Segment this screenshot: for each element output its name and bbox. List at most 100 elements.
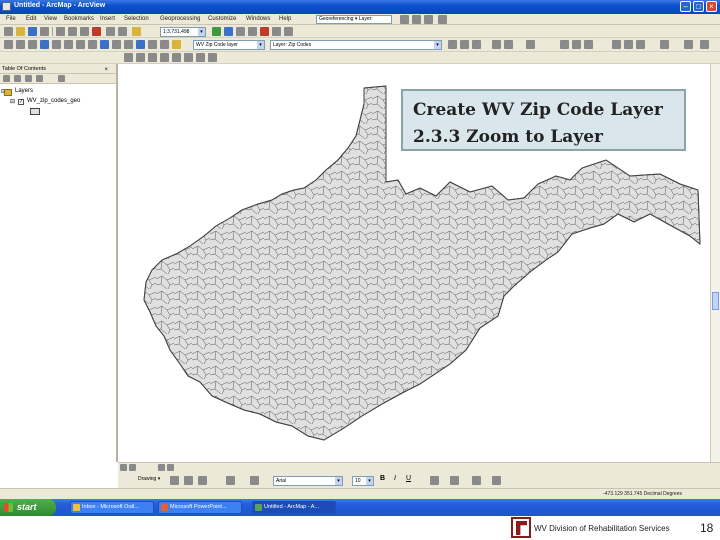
menu-view[interactable]: View (44, 16, 57, 22)
back-extent-icon[interactable] (76, 40, 85, 49)
rectangle-tool-icon[interactable] (624, 40, 633, 49)
list-by-source-icon[interactable] (14, 75, 21, 82)
zoom-100-icon[interactable] (172, 53, 181, 62)
layer-visibility-checkbox[interactable]: ✓ (18, 99, 24, 105)
forward-extent-icon[interactable] (88, 40, 97, 49)
hyperlink-icon[interactable] (172, 40, 181, 49)
line-tool-icon[interactable] (560, 40, 569, 49)
previous-extent-icon[interactable] (184, 53, 193, 62)
model-builder-icon[interactable] (284, 27, 293, 36)
data-view-icon[interactable] (120, 464, 127, 471)
copy-icon[interactable] (68, 27, 77, 36)
options-icon[interactable] (58, 75, 65, 82)
arctoolbox-icon[interactable] (260, 27, 269, 36)
catalog-icon[interactable] (236, 27, 245, 36)
pause-drawing-icon[interactable] (167, 464, 174, 471)
rectangle-icon[interactable] (198, 476, 207, 485)
rotate-icon[interactable] (504, 40, 513, 49)
chevron-down-icon[interactable]: ▾ (366, 477, 373, 485)
measure-icon[interactable] (160, 40, 169, 49)
menu-geoprocessing[interactable]: Geoprocessing (160, 16, 200, 22)
undo-icon[interactable] (106, 27, 115, 36)
identify-icon[interactable] (136, 40, 145, 49)
toc-root-layers[interactable]: Layers (15, 88, 33, 94)
zoom-out-icon[interactable] (16, 40, 25, 49)
arc-tool-icon[interactable] (572, 40, 581, 49)
chevron-down-icon[interactable]: ▾ (434, 41, 441, 49)
font-name-combo[interactable]: Arial ▾ (273, 476, 343, 486)
select-features-icon[interactable] (100, 40, 109, 49)
attributes-icon[interactable] (526, 40, 535, 49)
toggle-draft-icon[interactable] (208, 53, 217, 62)
maximize-button[interactable]: □ (693, 1, 704, 12)
pan-icon[interactable] (28, 40, 37, 49)
georef-link-icon[interactable] (438, 15, 447, 24)
python-icon[interactable] (272, 27, 281, 36)
map-scale-combo[interactable]: 1:3,731,498 ▾ (160, 27, 206, 37)
drawing-menu[interactable]: Drawing ▾ (138, 476, 160, 482)
delete-icon[interactable] (92, 27, 101, 36)
bold-button[interactable]: B (380, 475, 385, 482)
map-vertical-scrollbar[interactable] (710, 64, 720, 462)
chevron-down-icon[interactable]: ▾ (257, 41, 264, 49)
editor-layer-combo[interactable]: Layer: Zip Codes ▾ (270, 40, 442, 50)
start-button[interactable]: start (0, 499, 56, 516)
open-folder-icon[interactable] (16, 27, 25, 36)
print-icon[interactable] (40, 27, 49, 36)
menu-insert[interactable]: Insert (100, 16, 115, 22)
taskbar-item-arcmap[interactable]: Untitled - ArcMap - A... (252, 501, 336, 514)
minimize-button[interactable]: – (680, 1, 691, 12)
georef-rotate-icon[interactable] (412, 15, 421, 24)
zoom-whole-page-icon[interactable] (124, 53, 133, 62)
layer-symbol-swatch[interactable] (30, 108, 40, 115)
zoom-in-icon[interactable] (4, 40, 13, 49)
georef-tool-icon[interactable] (400, 15, 409, 24)
page-zoom-out-icon[interactable] (148, 53, 157, 62)
line-color-icon[interactable] (472, 476, 481, 485)
italic-button[interactable]: I (394, 475, 396, 482)
menu-customize[interactable]: Customize (208, 16, 236, 22)
overflow-icon[interactable] (700, 40, 709, 49)
rotate-element-icon[interactable] (184, 476, 193, 485)
paste-icon[interactable] (80, 27, 89, 36)
font-size-combo[interactable]: 10 ▾ (352, 476, 374, 486)
toc-layer-name[interactable]: WV_zip_codes_geo (27, 98, 80, 104)
table-of-contents-icon[interactable] (224, 27, 233, 36)
select-elements-icon[interactable] (124, 40, 133, 49)
refresh-icon[interactable] (158, 464, 165, 471)
find-icon[interactable] (148, 40, 157, 49)
select-elements-icon[interactable] (170, 476, 179, 485)
cut-icon[interactable] (56, 27, 65, 36)
menu-bookmarks[interactable]: Bookmarks (64, 16, 94, 22)
menu-edit[interactable]: Edit (26, 16, 36, 22)
fixed-zoom-out-icon[interactable] (64, 40, 73, 49)
clear-selection-icon[interactable] (112, 40, 121, 49)
editor-toolbar-icon[interactable] (212, 27, 221, 36)
fixed-zoom-in-icon[interactable] (52, 40, 61, 49)
map-horizontal-scrollbar[interactable] (118, 462, 720, 472)
list-by-visibility-icon[interactable] (25, 75, 32, 82)
list-by-selection-icon[interactable] (36, 75, 43, 82)
chevron-down-icon[interactable]: ▾ (198, 28, 205, 36)
taskbar-item-powerpoint[interactable]: Microsoft PowerPoint... (158, 501, 242, 514)
layer-combo[interactable]: WV Zip Code layer ▾ (193, 40, 265, 50)
circle-tool-icon[interactable] (636, 40, 645, 49)
reshape-icon[interactable] (472, 40, 481, 49)
fill-color-icon[interactable] (450, 476, 459, 485)
split-icon[interactable] (492, 40, 501, 49)
edit-tool-icon[interactable] (448, 40, 457, 49)
font-color-icon[interactable] (430, 476, 439, 485)
menu-help[interactable]: Help (279, 16, 291, 22)
marker-color-icon[interactable] (492, 476, 501, 485)
freehand-icon[interactable] (660, 40, 669, 49)
trace-icon[interactable] (584, 40, 593, 49)
collapse-toggle[interactable]: ⊟ (10, 98, 15, 105)
new-document-icon[interactable] (4, 27, 13, 36)
text-tool-icon[interactable] (226, 476, 235, 485)
page-pan-icon[interactable] (160, 53, 169, 62)
polygon-tool-icon[interactable] (612, 40, 621, 49)
add-data-icon[interactable] (132, 27, 141, 36)
georeferencing-combo[interactable]: Georeferencing ▾ Layer: (316, 15, 392, 24)
menu-selection[interactable]: Selection (124, 16, 149, 22)
close-button[interactable]: × (706, 1, 717, 12)
